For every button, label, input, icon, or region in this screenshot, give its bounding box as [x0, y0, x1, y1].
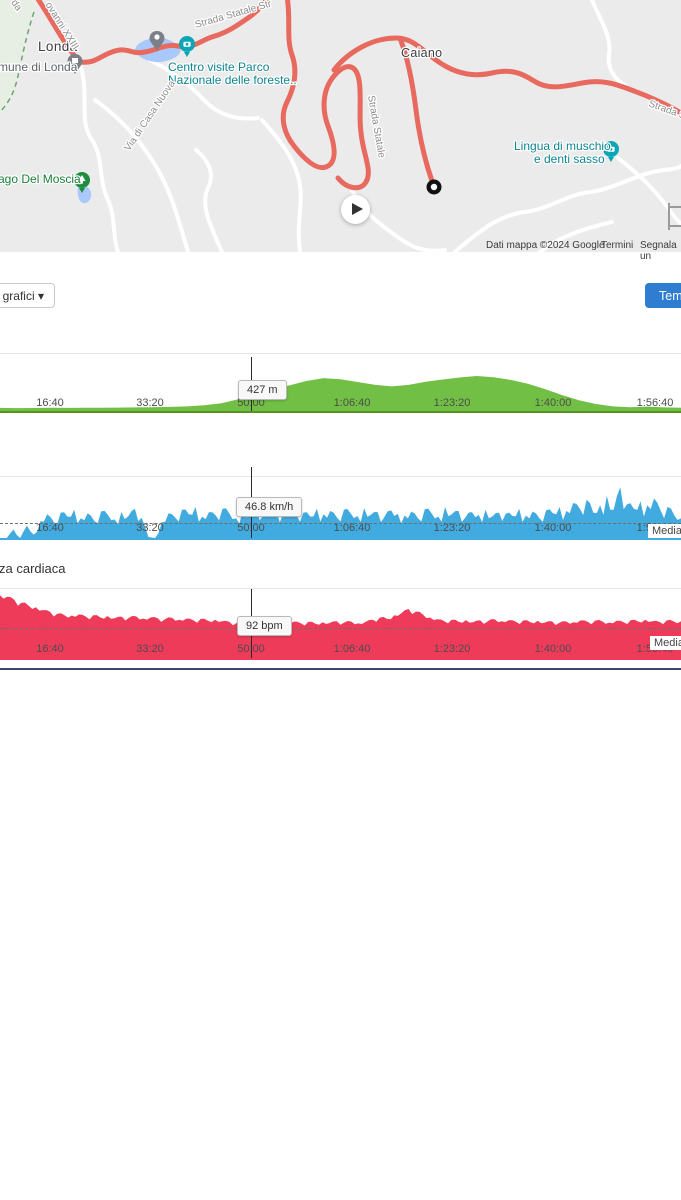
heart_rate-x-axis	[0, 658, 681, 660]
park-label-lago: ago Del Moscia	[0, 172, 81, 186]
poi-label-lingua-2: e denti sasso	[534, 152, 605, 166]
map-terms-link[interactable]: Termini	[601, 240, 633, 251]
heart_rate-average-line	[0, 628, 681, 629]
tempo-button[interactable]: Tempo	[645, 283, 681, 308]
x-tick-label: 1:06:40	[334, 643, 371, 655]
x-tick-label: 16:40	[36, 397, 64, 409]
play-button[interactable]	[341, 195, 370, 224]
activity-analysis-page: Londa Caiano mune di Londa Centro visite…	[0, 0, 681, 1200]
map-attribution: Dati mappa ©2024 Google	[486, 240, 605, 251]
x-tick-label: 1:06:40	[334, 397, 371, 409]
x-tick-label: 33:20	[136, 522, 164, 534]
x-tick-label: 33:20	[136, 643, 164, 655]
poi-label-centro-2: Nazionale delle foreste..	[168, 73, 297, 87]
poi-label-centro-1: Centro visite Parco	[168, 60, 270, 74]
x-tick-label: 1:23:20	[434, 643, 471, 655]
x-tick-label: 16:40	[36, 643, 64, 655]
route-endpoint-marker	[427, 180, 442, 195]
play-icon	[352, 203, 363, 215]
speed-tooltip: 46.8 km/h	[236, 497, 302, 517]
map-report-link[interactable]: Segnala un	[640, 240, 681, 262]
map-canvas[interactable]: Londa Caiano mune di Londa Centro visite…	[0, 0, 681, 252]
heart-rate-section-title: za cardiaca	[0, 561, 65, 576]
heart-rate-average-label: Media:	[650, 636, 681, 650]
x-tick-label: 1:06:40	[334, 522, 371, 534]
poi-label-lingua-1: Lingua di muschio	[514, 139, 611, 153]
x-tick-label: 1:23:20	[434, 397, 471, 409]
elevation-x-axis	[0, 411, 681, 413]
x-tick-label: 1:23:20	[434, 522, 471, 534]
section-divider	[0, 668, 681, 670]
x-tick-label: 33:20	[136, 397, 164, 409]
heart-rate-tooltip: 92 bpm	[237, 616, 292, 636]
route-map[interactable]: Londa Caiano mune di Londa Centro visite…	[0, 0, 681, 252]
elevation-tooltip: 427 m	[238, 380, 287, 400]
charts-dropdown-button[interactable]: o grafici ▾	[0, 283, 55, 308]
x-tick-label: 1:40:00	[535, 397, 572, 409]
speed-average-label: Media:	[648, 524, 681, 538]
town-label-caiano: Caiano	[401, 46, 442, 60]
x-tick-label: 1:40:00	[535, 643, 572, 655]
x-tick-label: 16:40	[36, 522, 64, 534]
x-tick-label: 1:56:40	[637, 397, 674, 409]
x-tick-label: 1:40:00	[535, 522, 572, 534]
map-background	[0, 0, 681, 252]
municipality-label: mune di Londa	[0, 60, 78, 74]
speed-x-axis	[0, 538, 681, 540]
